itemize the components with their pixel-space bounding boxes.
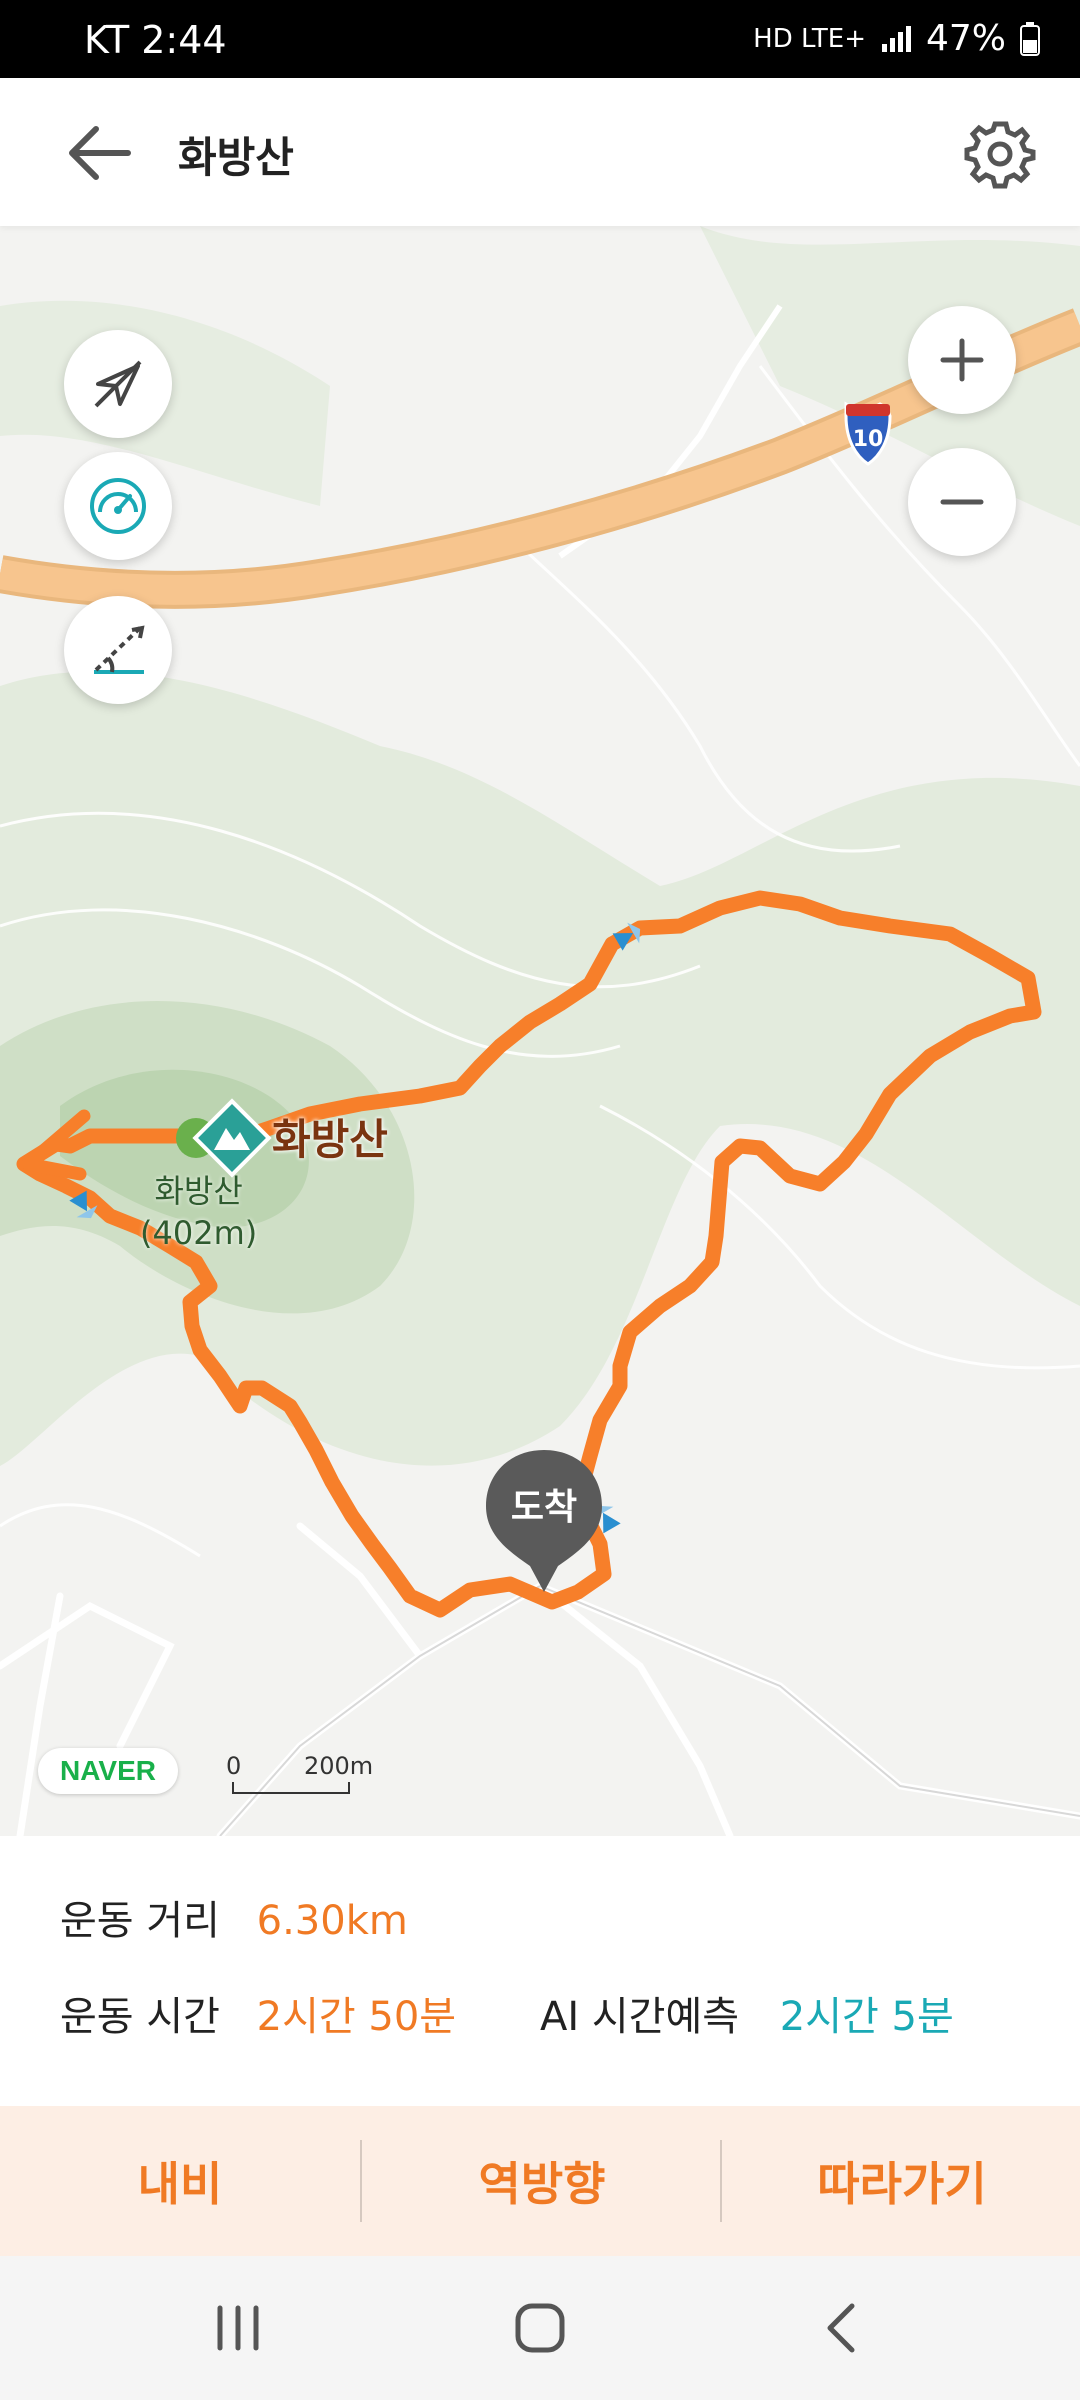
settings-button[interactable] xyxy=(964,118,1036,190)
peak-sub-name: 화방산 xyxy=(154,1172,243,1210)
zoom-in-button[interactable] xyxy=(908,306,1016,414)
status-bar: KT 2:44 HD LTE+ 47% xyxy=(0,0,1080,78)
network-indicator: HD LTE+ xyxy=(753,23,866,54)
time-row: 운동 시간 2시간 50분 xyxy=(60,1984,456,2042)
ai-estimate-value: 2시간 5분 xyxy=(779,1994,954,2040)
slope-button[interactable] xyxy=(64,596,172,704)
compass-toggle-button[interactable] xyxy=(64,330,172,438)
back-button[interactable] xyxy=(60,118,140,188)
slope-angle-icon xyxy=(94,625,145,674)
signal-icon xyxy=(881,25,911,52)
battery-percent: 47% xyxy=(925,18,1006,59)
time-value: 2시간 50분 xyxy=(256,1994,457,2040)
recent-apps-button[interactable] xyxy=(198,2292,278,2364)
system-back-button[interactable] xyxy=(802,2292,882,2364)
arrow-left-icon xyxy=(69,126,131,180)
peak-elevation: (402m) xyxy=(140,1214,258,1252)
plus-icon xyxy=(940,338,984,382)
time-label: 운동 시간 xyxy=(60,1994,220,2040)
peak-info: 화방산 (402m) xyxy=(140,1170,257,1254)
arrival-label: 도착 xyxy=(510,1487,578,1528)
interstate-shield: 10 xyxy=(844,401,892,466)
route-stats-panel: 운동 거리 6.30km 운동 시간 2시간 50분 AI 시간예측 2시간 5… xyxy=(0,1836,1080,2106)
navigate-button[interactable]: 내비 xyxy=(0,2106,360,2256)
map-scale: 0 200m xyxy=(226,1752,373,1798)
zoom-out-button[interactable] xyxy=(908,448,1016,556)
svg-text:10: 10 xyxy=(853,427,884,452)
naver-logo: NAVER xyxy=(38,1748,178,1794)
compass-off-icon xyxy=(94,360,142,408)
scale-bar xyxy=(232,1782,350,1794)
distance-row: 운동 거리 6.30km xyxy=(60,1888,408,1946)
recent-apps-icon xyxy=(217,2305,259,2351)
minus-icon xyxy=(940,499,984,505)
carrier-time: KT 2:44 xyxy=(84,18,227,62)
speed-button[interactable] xyxy=(64,452,172,560)
back-icon xyxy=(827,2303,855,2353)
distance-value: 6.30km xyxy=(256,1898,408,1944)
scale-zero: 0 xyxy=(226,1752,242,1780)
status-icons: HD LTE+ 47% xyxy=(753,18,1040,59)
reverse-button[interactable]: 역방향 xyxy=(362,2106,722,2256)
arrival-marker[interactable]: 도착 xyxy=(482,1446,606,1596)
map-view[interactable]: 10 화방산 화방산 (402m) 도착 NAVER 0 200m xyxy=(0,226,1080,1836)
scale-distance: 200m xyxy=(304,1752,374,1780)
ai-estimate-row: AI 시간예측 2시간 5분 xyxy=(540,1984,954,2042)
battery-icon xyxy=(1020,21,1040,56)
page-title: 화방산 xyxy=(178,133,294,182)
system-nav-bar xyxy=(0,2256,1080,2400)
ai-estimate-label: AI 시간예측 xyxy=(540,1994,740,2040)
gear-icon xyxy=(964,121,1036,189)
peak-name-label[interactable]: 화방산 xyxy=(272,1106,388,1167)
speedometer-icon xyxy=(90,478,146,534)
action-bar: 내비 역방향 따라가기 xyxy=(0,2106,1080,2256)
follow-button[interactable]: 따라가기 xyxy=(722,2106,1080,2256)
home-button[interactable] xyxy=(500,2292,580,2364)
distance-label: 운동 거리 xyxy=(60,1898,220,1944)
home-icon xyxy=(515,2303,565,2353)
app-header: 화방산 xyxy=(0,78,1080,226)
